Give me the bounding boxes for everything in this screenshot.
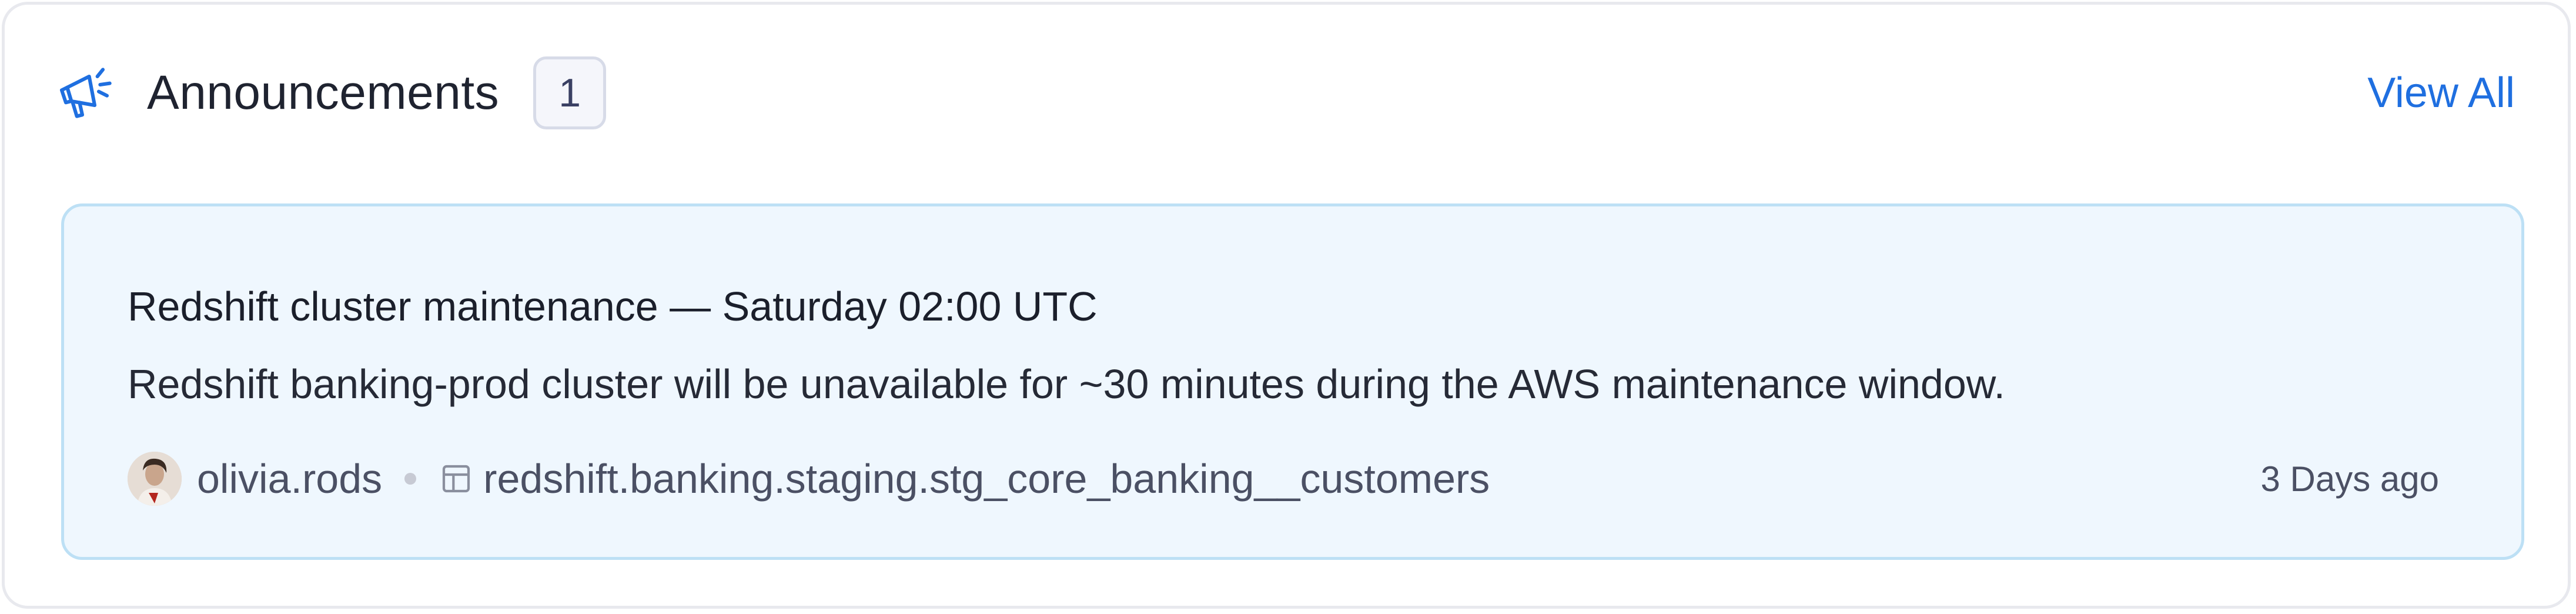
view-all-link[interactable]: View All xyxy=(2367,69,2515,117)
asset-link[interactable]: redshift.banking.staging.stg_core_bankin… xyxy=(483,455,1490,502)
separator-dot xyxy=(404,473,417,485)
megaphone-icon xyxy=(59,68,112,118)
timestamp: 3 Days ago xyxy=(2260,459,2439,499)
announcement-description: Redshift banking-prod cluster will be un… xyxy=(128,361,2005,407)
announcement-meta: olivia.rods redshift.banking.staging.stg… xyxy=(128,451,2439,507)
table-icon xyxy=(443,465,470,493)
announcements-widget: Announcements 1 View All Redshift cluste… xyxy=(2,2,2571,609)
announcement-title: Redshift cluster maintenance — Saturday … xyxy=(128,283,1098,329)
page-title: Announcements xyxy=(147,66,500,119)
announcement-count-badge: 1 xyxy=(533,56,607,129)
announcement-card[interactable]: Redshift cluster maintenance — Saturday … xyxy=(61,203,2524,560)
announcements-header: Announcements 1 View All xyxy=(58,55,2515,131)
avatar xyxy=(128,452,182,506)
author-name[interactable]: olivia.rods xyxy=(197,455,382,502)
